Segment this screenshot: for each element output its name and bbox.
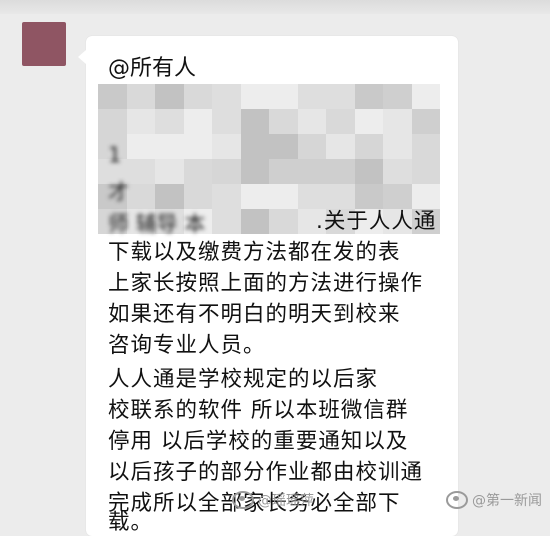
- mosaic-tile: [155, 184, 184, 209]
- mention-all-text: @所有人: [108, 56, 197, 81]
- mosaic-tile: [326, 109, 355, 134]
- mosaic-tile: [212, 159, 241, 184]
- weibo-icon: [232, 491, 254, 509]
- mosaic-tile: [98, 109, 127, 134]
- mosaic-tile: [212, 209, 241, 234]
- mosaic-tile: [126, 134, 155, 159]
- mosaic-tile: [297, 159, 326, 184]
- mosaic-tile: [212, 134, 241, 159]
- mosaic-tile: [411, 109, 440, 134]
- mosaic-tile: [326, 159, 355, 184]
- mosaic-tile: [411, 134, 440, 159]
- mosaic-tile: [326, 134, 355, 159]
- mosaic-tile: [411, 159, 440, 184]
- message-line: 上家长按照上面的方法进行操作: [108, 271, 424, 296]
- mosaic-tile: [126, 84, 155, 109]
- mosaic-tile: [240, 159, 269, 184]
- mosaic-tile: [212, 84, 241, 109]
- mosaic-tile: [297, 84, 326, 109]
- message-line: 停用 以后学校的重要通知以及: [108, 429, 409, 454]
- watermark-left: @瑶瑶萍: [232, 490, 314, 510]
- mosaic-tile: [383, 134, 412, 159]
- mosaic-tile: [269, 134, 298, 159]
- mosaic-tile: [383, 84, 412, 109]
- watermark-right-text: @第一新闻: [472, 493, 542, 509]
- mosaic-tile: [183, 159, 212, 184]
- mosaic-tile: [269, 184, 298, 209]
- sender-avatar[interactable]: [22, 22, 66, 66]
- mosaic-tile: [240, 134, 269, 159]
- mosaic-tile: [183, 184, 212, 209]
- message-line: 咨询专业人员。: [108, 333, 266, 358]
- message-line: 如果还有不明白的明天到校来: [108, 302, 401, 327]
- mosaic-tile: [354, 109, 383, 134]
- mosaic-tile: [269, 159, 298, 184]
- mosaic-tile: [354, 84, 383, 109]
- mosaic-tile: [212, 109, 241, 134]
- mosaic-tile: [240, 84, 269, 109]
- message-line: 校联系的软件 所以本班微信群: [108, 398, 409, 423]
- mosaic-tile: [297, 109, 326, 134]
- watermark-right: @第一新闻: [446, 490, 542, 510]
- mosaic-tile: [269, 109, 298, 134]
- mosaic-tile: [155, 159, 184, 184]
- mosaic-tile: [98, 84, 127, 109]
- mosaic-tile: [183, 134, 212, 159]
- mosaic-tile: [126, 159, 155, 184]
- message-line: 载。: [108, 510, 154, 535]
- blurred-line-1: 1: [108, 143, 122, 167]
- mosaic-tile: [269, 209, 298, 234]
- mosaic-tile: [126, 109, 155, 134]
- mosaic-tile: [269, 84, 298, 109]
- mosaic-tile: [297, 134, 326, 159]
- message-line: 以后孩子的部分作业都由校训通: [108, 460, 424, 485]
- mosaic-tile: [383, 109, 412, 134]
- mosaic-tile: [155, 134, 184, 159]
- mosaic-tile: [155, 84, 184, 109]
- message-line: 下载以及缴费方法都在发的表: [108, 240, 401, 265]
- mosaic-tile: [126, 184, 155, 209]
- top-strip: [0, 0, 550, 14]
- mosaic-tile: [240, 209, 269, 234]
- mosaic-tile: [354, 159, 383, 184]
- message-line: 人人通是学校规定的以后家: [108, 367, 379, 392]
- message-line-partial: .关于人人通: [316, 209, 437, 234]
- mosaic-tile: [155, 109, 184, 134]
- mosaic-tile: [212, 184, 241, 209]
- mosaic-tile: [383, 159, 412, 184]
- mosaic-tile: [411, 84, 440, 109]
- weibo-icon: [446, 491, 468, 509]
- mosaic-tile: [240, 109, 269, 134]
- blurred-line-2: 才: [108, 180, 129, 204]
- mosaic-tile: [326, 84, 355, 109]
- mosaic-tile: [354, 134, 383, 159]
- mosaic-tile: [183, 84, 212, 109]
- mosaic-tile: [183, 109, 212, 134]
- mosaic-tile: [240, 184, 269, 209]
- blurred-line-3: 师 辅导 本: [108, 212, 206, 236]
- watermark-left-text: @瑶瑶萍: [258, 493, 314, 509]
